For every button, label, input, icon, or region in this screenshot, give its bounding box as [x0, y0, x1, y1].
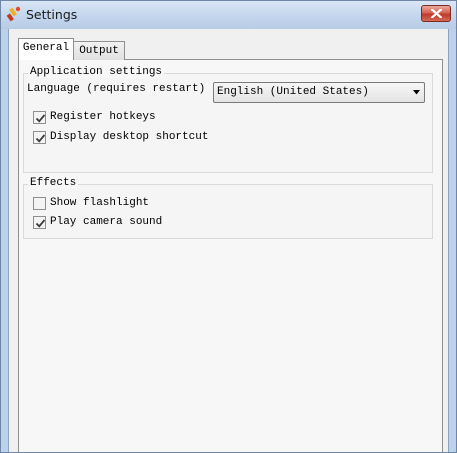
application-settings-title: Application settings [28, 66, 165, 78]
show-flashlight-label[interactable]: Show flashlight [50, 197, 149, 209]
tab-general[interactable]: General [18, 38, 74, 60]
register-hotkeys-checkbox[interactable] [33, 111, 46, 124]
app-icon [5, 5, 23, 23]
checkmark-icon [35, 219, 46, 228]
window-title: Settings [26, 7, 78, 22]
checkmark-icon [35, 114, 46, 123]
tab-output[interactable]: Output [73, 41, 125, 60]
camera-sound-label[interactable]: Play camera sound [50, 216, 162, 228]
settings-window: Settings Application settings Language (… [0, 0, 457, 453]
desktop-shortcut-checkbox[interactable] [33, 131, 46, 144]
chevron-down-icon [413, 90, 420, 95]
application-settings-group: Application settings Language (requires … [23, 66, 433, 173]
title-bar[interactable]: Settings [1, 1, 456, 29]
window-client-area: Application settings Language (requires … [8, 29, 449, 452]
show-flashlight-checkbox[interactable] [33, 197, 46, 210]
language-label: Language (requires restart) [27, 83, 206, 95]
language-select[interactable]: English (United States) [213, 82, 425, 103]
effects-title: Effects [28, 177, 79, 189]
effects-group: Effects Show flashlight Play camera soun… [23, 177, 433, 239]
desktop-shortcut-label[interactable]: Display desktop shortcut [50, 131, 208, 143]
language-select-value: English (United States) [217, 86, 369, 98]
register-hotkeys-label[interactable]: Register hotkeys [50, 111, 156, 123]
checkmark-icon [35, 134, 46, 143]
tab-panel-general: Application settings Language (requires … [18, 59, 443, 452]
close-icon [431, 9, 442, 18]
camera-sound-checkbox[interactable] [33, 216, 46, 229]
close-button[interactable] [421, 5, 451, 22]
